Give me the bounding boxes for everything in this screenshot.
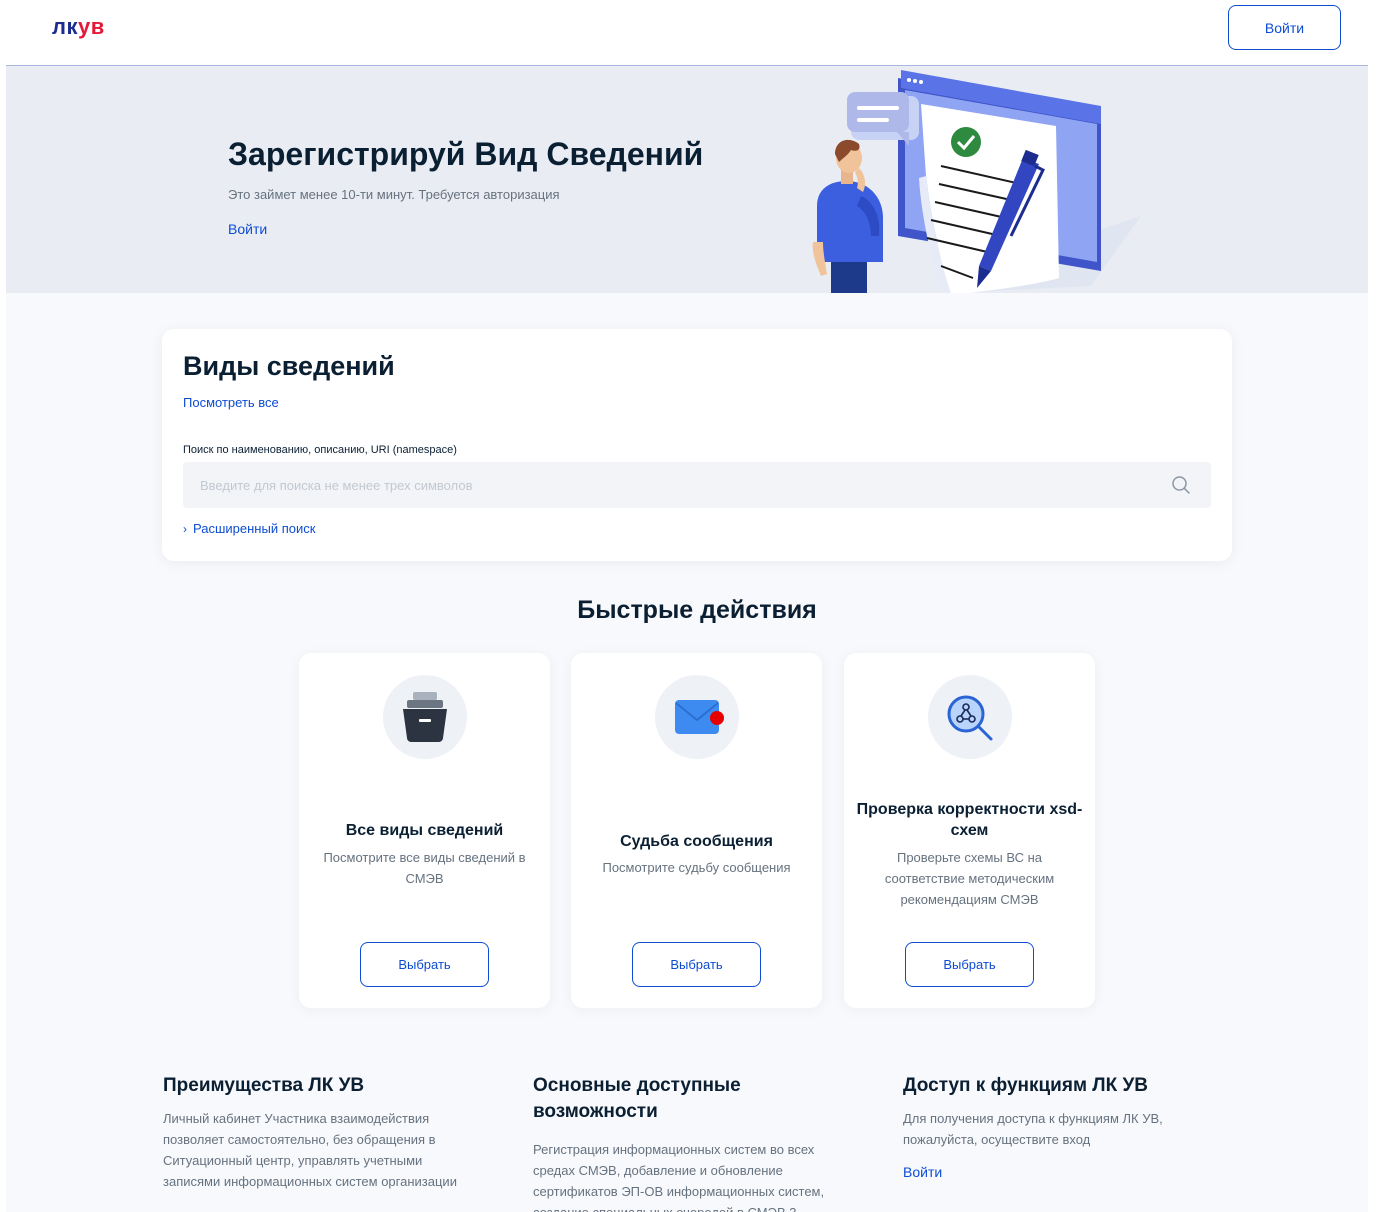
quick-action-icon-circle bbox=[655, 675, 739, 759]
quick-action-icon-circle bbox=[383, 675, 467, 759]
select-all-types-button[interactable]: Выбрать bbox=[360, 942, 489, 987]
document-signing-illustration bbox=[812, 70, 1141, 293]
logo-lk: лк bbox=[52, 14, 78, 39]
quick-actions-title: Быстрые действия bbox=[577, 596, 817, 624]
search-label: Поиск по наименованию, описанию, URI (na… bbox=[183, 444, 457, 456]
features-text: Регистрация информационных систем во все… bbox=[533, 1142, 825, 1212]
quick-action-desc: Посмотрите судьбу сообщения bbox=[602, 860, 791, 875]
advanced-search-toggle[interactable]: › Расширенный поиск bbox=[183, 521, 315, 536]
access-title: Доступ к функциям ЛК УВ bbox=[903, 1075, 1149, 1096]
header: лкув Войти bbox=[0, 0, 1378, 66]
logo-uv: ув bbox=[78, 14, 105, 39]
hero-login-link[interactable]: Войти bbox=[228, 221, 267, 237]
search-field bbox=[183, 462, 1211, 508]
quick-action-desc: Посмотрите все виды сведений в СМЭВ bbox=[323, 850, 526, 886]
advantages-text: Личный кабинет Участника взаимодействия … bbox=[163, 1111, 457, 1189]
chevron-right-icon: › bbox=[183, 522, 187, 536]
quick-action-name: Судьба сообщения bbox=[620, 833, 773, 850]
info-access: Доступ к функциям ЛК УВ Для получения до… bbox=[903, 1073, 1203, 1180]
hero-title: Зарегистрируй Вид Сведений bbox=[228, 136, 704, 172]
schema-search-icon bbox=[947, 695, 993, 741]
search-icon[interactable] bbox=[1171, 475, 1191, 495]
search-input[interactable] bbox=[183, 462, 1163, 508]
access-text: Для получения доступа к функциям ЛК УВ, … bbox=[903, 1111, 1163, 1147]
hero-subtitle: Это займет менее 10-ти минут. Требуется … bbox=[228, 187, 560, 202]
logo[interactable]: лкув bbox=[52, 14, 105, 40]
quick-action-name: Проверка корректности xsd-схем bbox=[856, 801, 1083, 839]
search-card-title: Виды сведений bbox=[183, 351, 395, 381]
hero-banner: Зарегистрируй Вид Сведений Это займет ме… bbox=[6, 66, 1368, 293]
search-card: Виды сведений Посмотреть все Поиск по на… bbox=[162, 329, 1232, 561]
quick-action-icon-circle bbox=[928, 675, 1012, 759]
view-all-link[interactable]: Посмотреть все bbox=[183, 395, 279, 410]
quick-action-card-message-fate: Судьба сообщения Посмотрите судьбу сообщ… bbox=[571, 653, 822, 1008]
quick-action-card-all-types: Все виды сведений Посмотрите все виды св… bbox=[299, 653, 550, 1008]
quick-action-card-xsd-check: Проверка корректности xsd-схем Проверьте… bbox=[844, 653, 1095, 1008]
info-features: Основные доступные возможности Регистрац… bbox=[533, 1073, 853, 1212]
quick-action-desc: Проверьте схемы ВС на соответствие метод… bbox=[884, 850, 1055, 907]
envelope-notification-icon bbox=[675, 700, 724, 734]
select-xsd-check-button[interactable]: Выбрать bbox=[905, 942, 1034, 987]
advantages-title: Преимущества ЛК УВ bbox=[163, 1075, 365, 1096]
select-message-fate-button[interactable]: Выбрать bbox=[632, 942, 761, 987]
access-login-link[interactable]: Войти bbox=[903, 1164, 1203, 1180]
info-advantages: Преимущества ЛК УВ Личный кабинет Участн… bbox=[163, 1073, 483, 1192]
advanced-search-label: Расширенный поиск bbox=[193, 521, 316, 536]
archive-box-icon bbox=[403, 692, 447, 742]
header-login-button[interactable]: Войти bbox=[1228, 5, 1341, 50]
quick-action-name: Все виды сведений bbox=[345, 822, 504, 839]
features-title: Основные доступные возможности bbox=[533, 1075, 741, 1122]
